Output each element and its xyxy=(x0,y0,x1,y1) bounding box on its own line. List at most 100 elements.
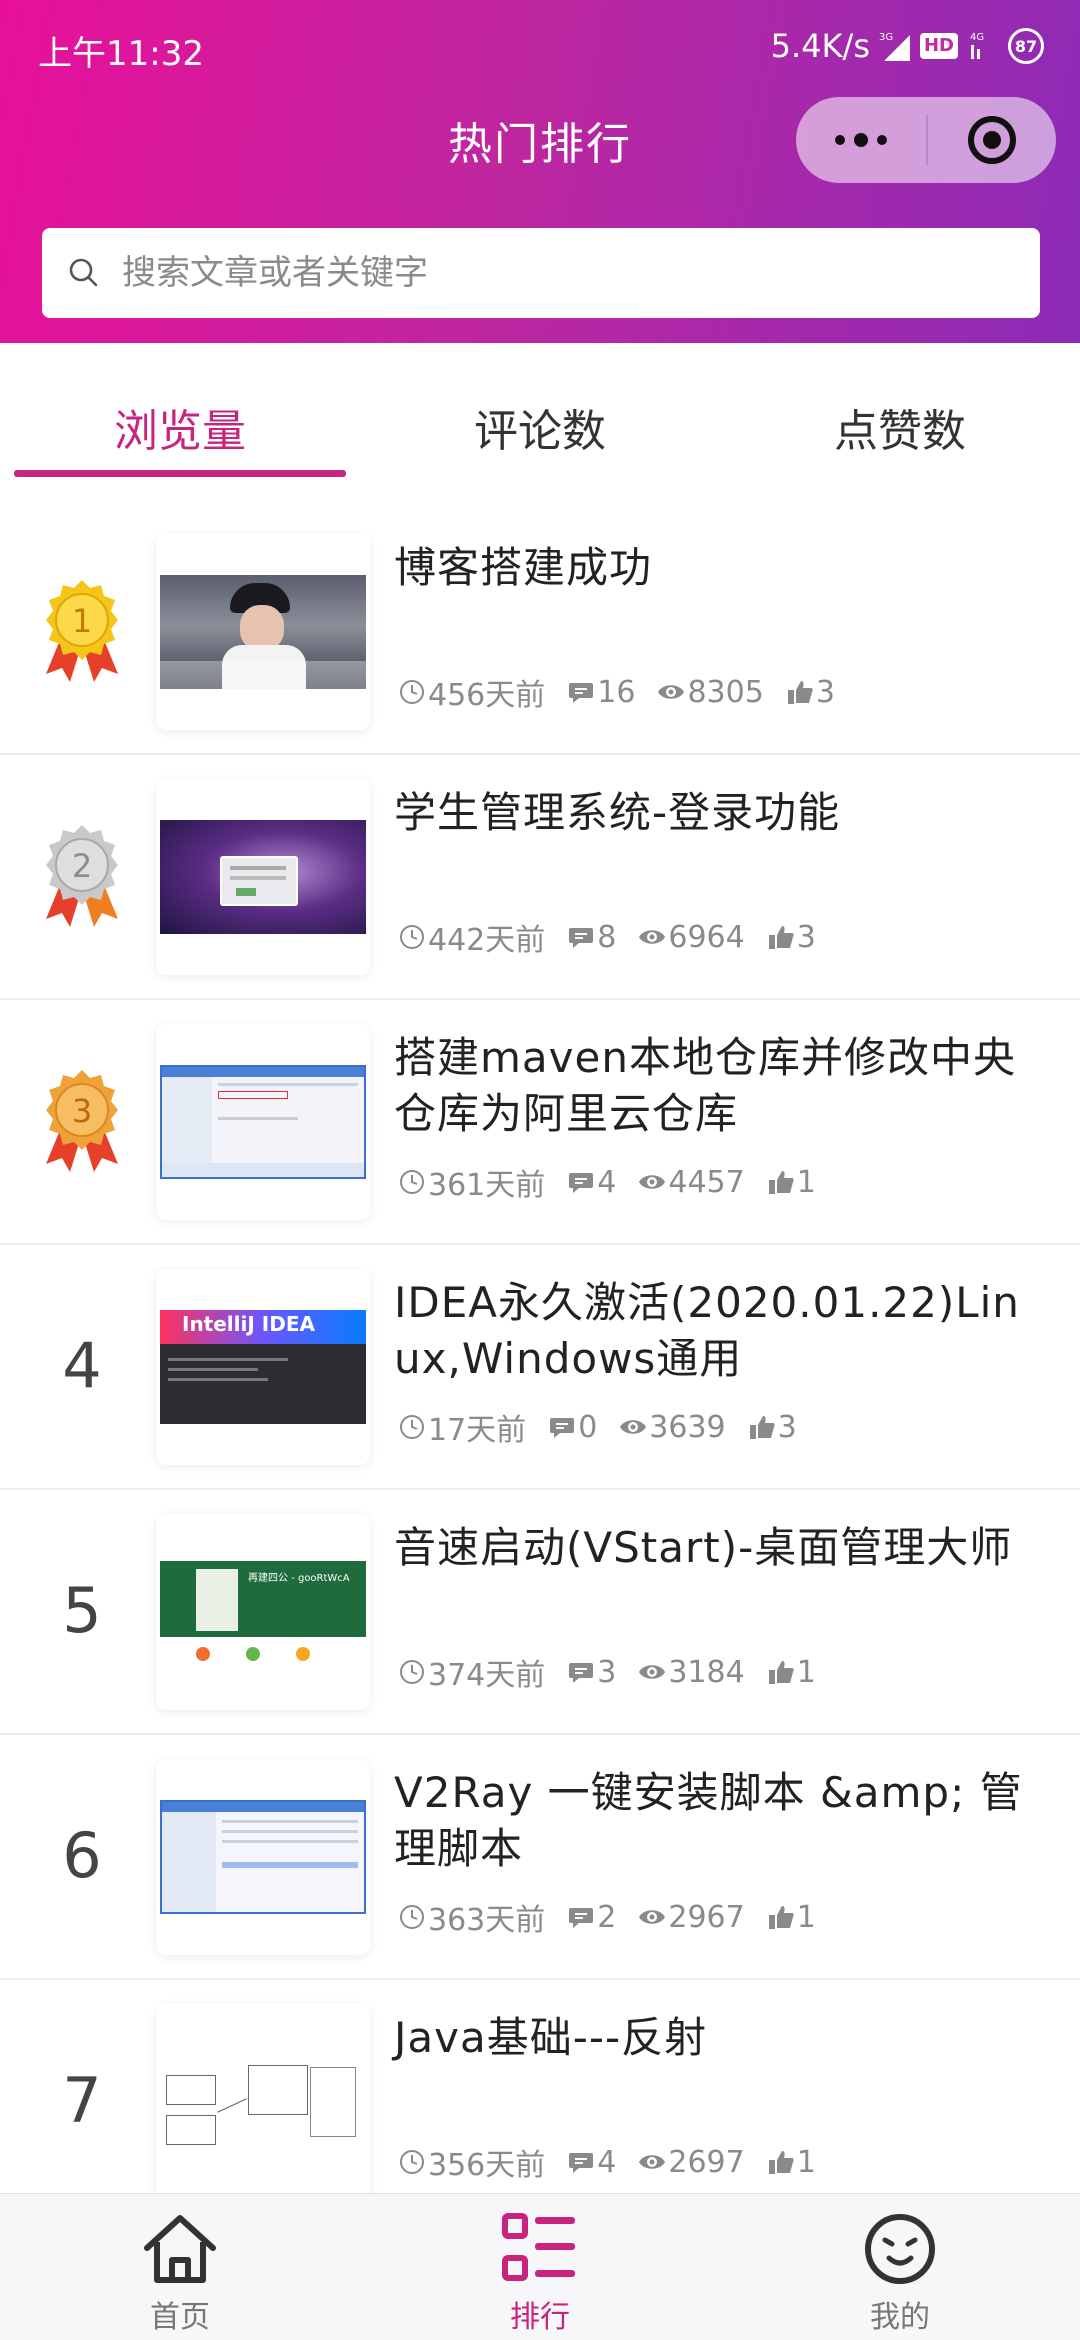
article-thumbnail: IntelliJ IDEA xyxy=(156,1269,370,1465)
like-count: 3 xyxy=(777,1409,797,1445)
svg-text:3: 3 xyxy=(72,1092,92,1130)
more-icon[interactable] xyxy=(796,133,926,147)
thumbs-up-icon xyxy=(768,2151,794,2174)
clock-icon xyxy=(400,925,424,949)
list-item[interactable]: 2 学生管理系统-登录功能 442天前 8 6964 3 xyxy=(0,755,1080,1000)
comment-count: 2 xyxy=(597,1899,617,1935)
clock-icon xyxy=(400,2150,424,2174)
comment-count: 0 xyxy=(578,1409,598,1445)
hd-icon: HD xyxy=(919,33,958,59)
net-speed: 5.4K/s xyxy=(770,27,870,65)
eye-icon xyxy=(620,1420,647,1434)
thumbs-up-icon xyxy=(768,926,794,949)
comment-count: 4 xyxy=(597,1164,617,1200)
home-icon xyxy=(144,2215,216,2283)
eye-icon xyxy=(658,685,685,699)
like-count: 3 xyxy=(796,919,816,955)
view-count: 4457 xyxy=(668,1164,745,1200)
eye-icon xyxy=(639,1175,666,1189)
article-title[interactable]: V2Ray 一键安装脚本 &amp; 管理脚本 xyxy=(394,1765,1034,1877)
signal-3g-icon: 3G xyxy=(878,29,912,63)
signal-4g-icon: 4G xyxy=(966,29,1000,63)
view-count: 3184 xyxy=(668,1654,745,1690)
article-title[interactable]: 学生管理系统-登录功能 xyxy=(394,785,1034,841)
nav-home[interactable]: 首页 xyxy=(0,2194,360,2340)
article-title[interactable]: 博客搭建成功 xyxy=(394,540,1034,596)
eye-icon xyxy=(639,2155,666,2169)
battery-icon: 87 xyxy=(1008,28,1044,64)
search-bar[interactable] xyxy=(42,228,1040,318)
post-time: 363天前 xyxy=(428,1903,546,1938)
view-count: 6964 xyxy=(668,919,745,955)
like-count: 1 xyxy=(796,2144,816,2180)
comment-icon xyxy=(550,1418,575,1438)
rank-badge: 6 xyxy=(22,1785,142,1925)
nav-home-label: 首页 xyxy=(150,2300,210,2335)
svg-text:2: 2 xyxy=(72,847,92,885)
close-target-icon[interactable] xyxy=(928,116,1056,164)
rank-number: 6 xyxy=(62,1818,102,1892)
thumbs-up-icon xyxy=(768,1906,794,1929)
rank-number: 5 xyxy=(62,1573,102,1647)
comment-count: 3 xyxy=(597,1654,617,1690)
post-time: 361天前 xyxy=(428,1168,546,1203)
bronze-medal-icon: 3 xyxy=(22,1050,142,1190)
thumbs-up-icon xyxy=(749,1416,775,1439)
rank-number: 4 xyxy=(62,1328,102,1402)
clock-icon xyxy=(400,1170,424,1194)
clock-icon xyxy=(400,1415,424,1439)
article-title[interactable]: Java基础---反射 xyxy=(394,2010,1034,2066)
status-bar: 上午11:32 5.4K/s 3G HD 4G 87 xyxy=(0,0,1080,96)
comment-count: 16 xyxy=(597,674,636,710)
article-title[interactable]: 搭建maven本地仓库并修改中央仓库为阿里云仓库 xyxy=(394,1030,1034,1142)
list-item[interactable]: 3 搭建maven本地仓库并修改中央仓库为阿里云仓库 361天前 4 4457 … xyxy=(0,1000,1080,1245)
article-thumbnail xyxy=(156,534,370,730)
article-meta: 17天前 0 3639 3 xyxy=(398,1405,819,1449)
article-thumbnail xyxy=(156,2004,370,2200)
view-count: 8305 xyxy=(687,674,764,710)
like-count: 3 xyxy=(815,674,835,710)
article-meta: 361天前 4 4457 1 xyxy=(398,1160,838,1204)
list-item[interactable]: 4 IntelliJ IDEA IDEA永久激活(2020.01.22)Linu… xyxy=(0,1245,1080,1490)
status-indicators: 5.4K/s 3G HD 4G 87 xyxy=(771,22,1044,70)
article-meta: 442天前 8 6964 3 xyxy=(398,915,838,959)
article-title[interactable]: 音速启动(VStart)-桌面管理大师 xyxy=(394,1520,1034,1576)
list-item[interactable]: 7 Java基础---反射 356天前 4 2697 1 xyxy=(0,1980,1080,2225)
clock-icon xyxy=(400,1905,424,1929)
nav-ranking-label: 排行 xyxy=(510,2300,570,2335)
like-count: 1 xyxy=(796,1164,816,1200)
rank-badge: 4 xyxy=(22,1295,142,1435)
list-icon xyxy=(502,2213,575,2281)
nav-profile[interactable]: 我的 xyxy=(720,2194,1080,2340)
header: 上午11:32 5.4K/s 3G HD 4G 87 热门排行 xyxy=(0,0,1080,343)
thumb-caption: IntelliJ IDEA xyxy=(182,1312,315,1336)
mini-program-capsule xyxy=(796,97,1056,183)
article-title[interactable]: IDEA永久激活(2020.01.22)Linux,Windows通用 xyxy=(394,1275,1034,1387)
view-count: 3639 xyxy=(649,1409,726,1445)
article-meta: 456天前 16 8305 3 xyxy=(398,670,857,714)
rank-badge: 7 xyxy=(22,2030,142,2170)
comment-icon xyxy=(569,1663,594,1683)
list-item[interactable]: 5 再建四公 - gooRtWcA 音速启动(VStart)-桌面管理大师 37… xyxy=(0,1490,1080,1735)
like-count: 1 xyxy=(796,1899,816,1935)
svg-text:3G: 3G xyxy=(879,32,893,43)
comment-icon xyxy=(569,928,594,948)
search-input[interactable] xyxy=(122,253,1002,293)
list-item[interactable]: 1 博客搭建成功 456天前 16 8305 3 xyxy=(0,510,1080,755)
article-thumbnail xyxy=(156,1024,370,1220)
nav-ranking[interactable]: 排行 xyxy=(360,2194,720,2340)
article-thumbnail: 再建四公 - gooRtWcA xyxy=(156,1514,370,1710)
list-item[interactable]: 6 V2Ray 一键安装脚本 &amp; 管理脚本 363天前 2 2967 1 xyxy=(0,1735,1080,1980)
search-icon xyxy=(69,258,98,287)
status-time: 上午11:32 xyxy=(38,34,204,74)
bottom-nav: 首页 排行 我的 xyxy=(0,2193,1080,2340)
comment-icon xyxy=(569,1908,594,1928)
comment-icon xyxy=(569,2153,594,2173)
tab-views[interactable]: 浏览量 xyxy=(0,343,360,483)
tab-comments[interactable]: 评论数 xyxy=(360,343,720,483)
nav-profile-label: 我的 xyxy=(870,2300,930,2335)
rank-badge: 5 xyxy=(22,1540,142,1680)
comment-count: 8 xyxy=(597,919,617,955)
tab-likes[interactable]: 点赞数 xyxy=(720,343,1080,483)
silver-medal-icon: 2 xyxy=(22,805,142,945)
